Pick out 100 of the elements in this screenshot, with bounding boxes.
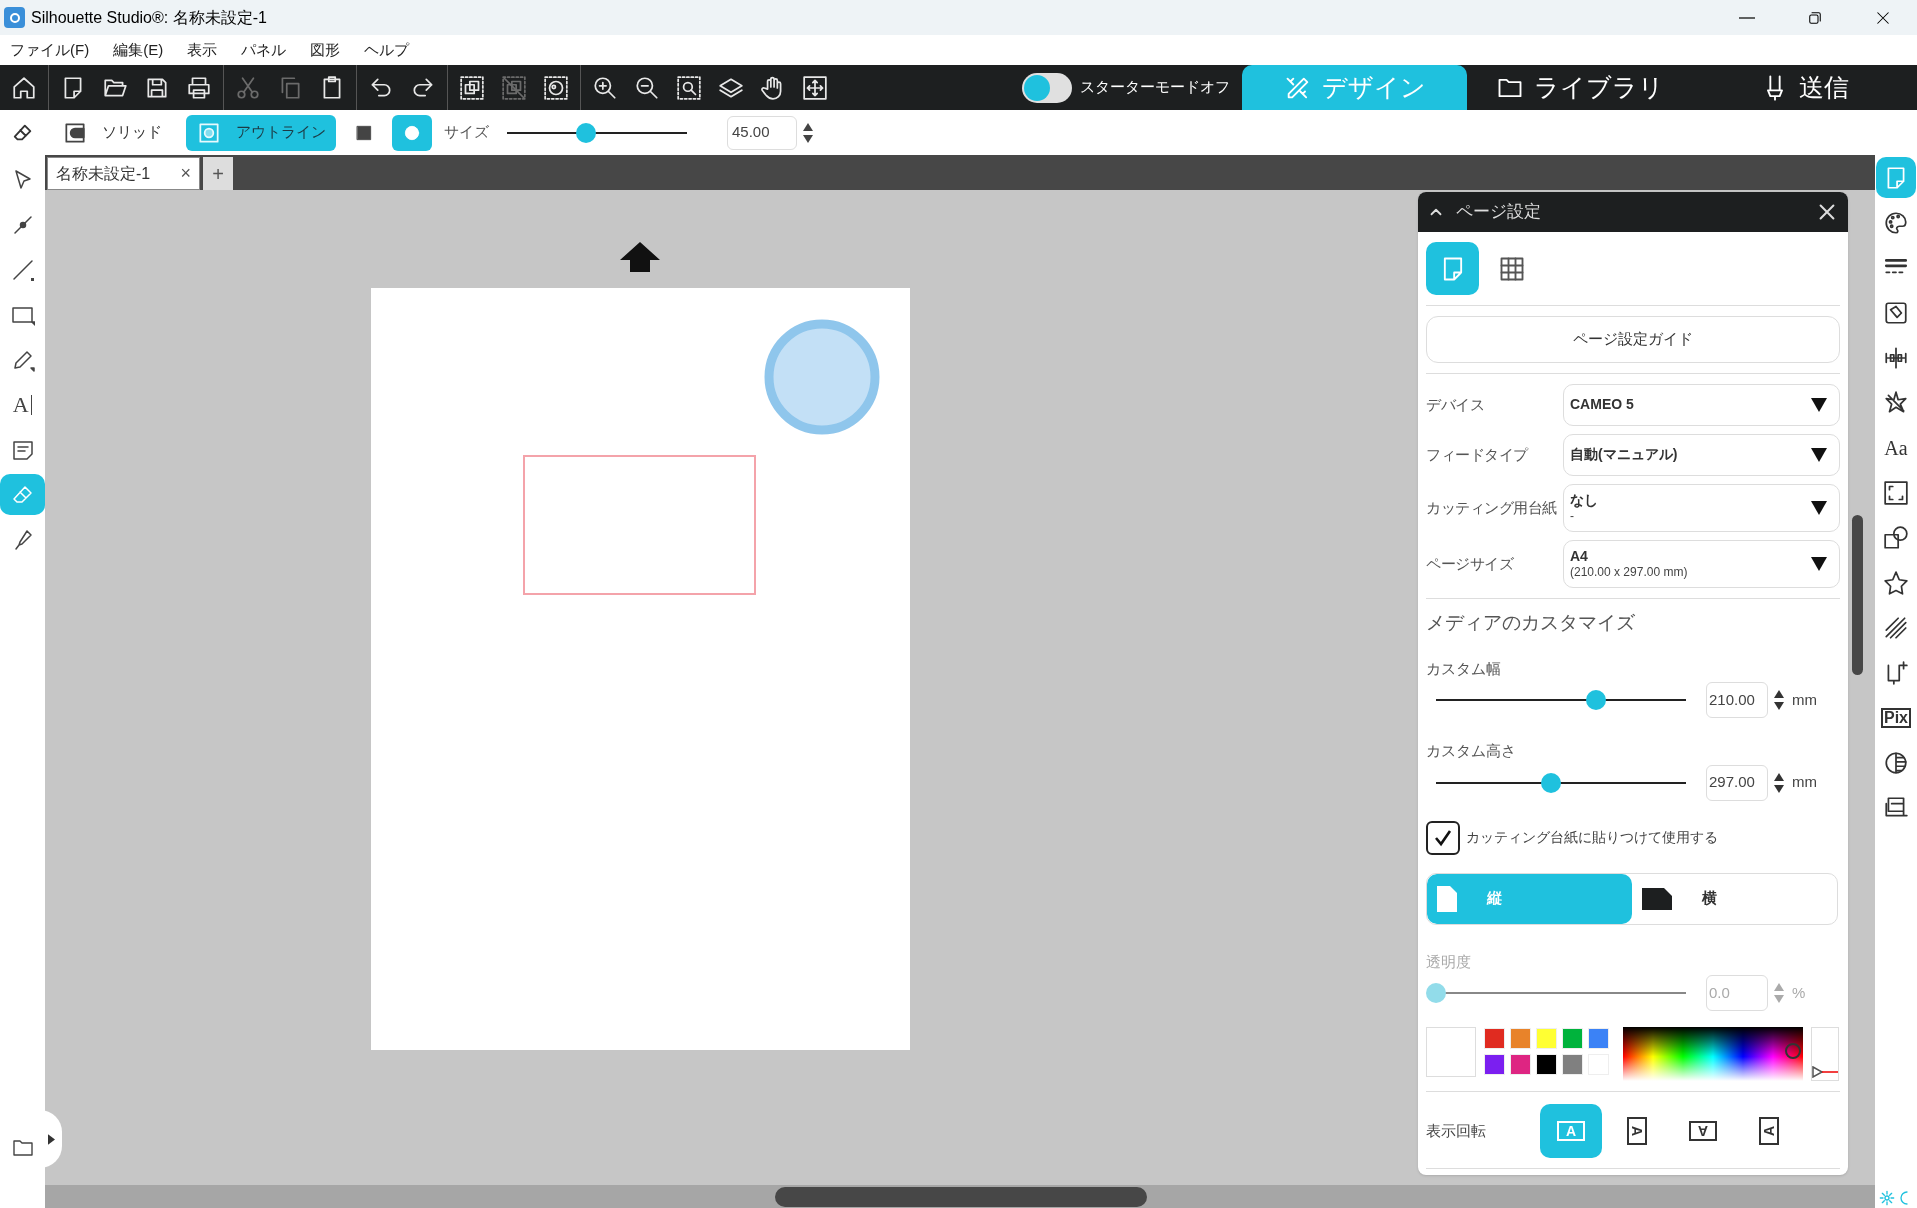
feed-direction-arrow-icon bbox=[620, 242, 660, 272]
minimize-icon bbox=[1739, 16, 1755, 19]
horizontal-scrollbar[interactable] bbox=[775, 1186, 1147, 1207]
contrast-icon bbox=[1883, 749, 1909, 776]
scale-icon bbox=[1883, 479, 1909, 506]
menu-item[interactable]: ファイル(F) bbox=[4, 38, 96, 62]
slider-label: カスタム高さ bbox=[1426, 741, 1517, 761]
dropdown[interactable]: CAMEO 5 bbox=[1563, 384, 1840, 426]
caret-icon bbox=[47, 1133, 55, 1145]
color-swatch[interactable] bbox=[1510, 1028, 1531, 1049]
menu-item[interactable]: パネル bbox=[235, 38, 293, 62]
field-label: デバイス bbox=[1426, 394, 1485, 415]
palette-icon bbox=[1883, 209, 1909, 236]
spinner-arrows-icon[interactable] bbox=[1774, 690, 1784, 710]
rotation-label: 表示回転 bbox=[1426, 1120, 1487, 1141]
dropdown-detail: (210.00 x 297.00 mm) bbox=[1570, 565, 1688, 581]
solid-style-button[interactable]: ソリッド bbox=[52, 114, 172, 151]
dropdown-value: 自動(マニュアル) bbox=[1570, 446, 1678, 464]
dropdown-arrow-icon bbox=[1811, 398, 1827, 412]
fill-icon bbox=[1883, 299, 1909, 326]
landscape-button[interactable]: 横 bbox=[1632, 873, 1837, 924]
vertical-scrollbar[interactable] bbox=[1852, 515, 1863, 675]
dropdown-arrow-icon bbox=[1811, 557, 1827, 571]
color-swatch[interactable] bbox=[1484, 1054, 1505, 1075]
document-tab[interactable]: 名称未設定-1 × bbox=[47, 157, 200, 190]
zoom-out-icon bbox=[634, 74, 660, 101]
unit-label: mm bbox=[1792, 772, 1817, 793]
dropdown-arrow-icon bbox=[1811, 448, 1827, 462]
size-input[interactable]: 45.00 bbox=[727, 115, 797, 150]
ungroup-icon bbox=[501, 74, 527, 101]
field-label: カッティング用台紙 bbox=[1426, 497, 1558, 518]
dropdown[interactable]: 自動(マニュアル) bbox=[1563, 434, 1840, 476]
number-input[interactable]: 210.00 bbox=[1706, 682, 1768, 718]
checkbox[interactable] bbox=[1426, 820, 1460, 855]
spinner-arrows-icon[interactable] bbox=[1774, 772, 1784, 793]
outline-style-button[interactable]: アウトライン bbox=[186, 114, 336, 151]
color-swatch[interactable] bbox=[1562, 1054, 1583, 1075]
pixscan-panel-button[interactable]: Pix bbox=[1876, 697, 1916, 738]
zoom-in-icon bbox=[592, 74, 618, 101]
color-swatch[interactable] bbox=[1484, 1028, 1505, 1049]
main-tab[interactable]: 送信 bbox=[1692, 65, 1917, 110]
slider-thumb[interactable] bbox=[1586, 690, 1606, 710]
tab-close-button[interactable]: × bbox=[180, 160, 191, 187]
color-swatch[interactable] bbox=[1562, 1028, 1583, 1049]
textstyle-panel-button[interactable]: Aa bbox=[1876, 427, 1916, 468]
landscape-page-icon bbox=[1642, 887, 1672, 910]
color-swatch[interactable] bbox=[1536, 1028, 1557, 1049]
slider-thumb[interactable] bbox=[576, 122, 597, 143]
unit-label: % bbox=[1792, 982, 1806, 1003]
sketch-icon bbox=[1883, 614, 1909, 641]
rotation-button[interactable]: A bbox=[1672, 1104, 1734, 1158]
starter-mode-toggle[interactable] bbox=[1022, 72, 1072, 103]
pointer-icon bbox=[1812, 1066, 1838, 1078]
text-tool[interactable]: A bbox=[0, 384, 45, 425]
color-swatch[interactable] bbox=[1510, 1054, 1531, 1075]
textstyle-icon: Aa bbox=[1884, 437, 1908, 458]
color-swatch[interactable] bbox=[1536, 1054, 1557, 1075]
star-icon bbox=[1883, 569, 1909, 596]
slider-label: カスタム幅 bbox=[1426, 658, 1502, 679]
dropdown[interactable]: なし - bbox=[1563, 484, 1840, 532]
line-icon bbox=[10, 257, 35, 282]
move-arrows-icon bbox=[802, 74, 828, 101]
page-setup-guide-button[interactable]: ページ設定ガイド bbox=[1426, 316, 1840, 363]
dropdown-value: なし bbox=[1570, 491, 1598, 510]
dropdown-value: A4 bbox=[1570, 547, 1589, 566]
menu-item[interactable]: ヘルプ bbox=[358, 38, 416, 62]
app-logo bbox=[4, 7, 25, 28]
number-input[interactable]: 297.00 bbox=[1706, 764, 1768, 801]
zoom-selection-icon bbox=[676, 74, 702, 101]
gear-icon bbox=[1879, 1190, 1895, 1206]
field-label: フィードタイプ bbox=[1426, 444, 1530, 465]
panel-title: ページ設定 bbox=[1456, 201, 1541, 224]
slider-label: 透明度 bbox=[1426, 951, 1472, 972]
compound-path-icon bbox=[543, 74, 569, 101]
menu-item[interactable]: 編集(E) bbox=[107, 38, 170, 62]
field-label: ページサイズ bbox=[1426, 553, 1515, 574]
dropdown[interactable]: A4 (210.00 x 297.00 mm) bbox=[1563, 540, 1840, 588]
starter-mode-label: スターターモードオフ bbox=[1080, 77, 1230, 98]
color-swatch[interactable] bbox=[1588, 1028, 1609, 1049]
color-spectrum[interactable] bbox=[1623, 1027, 1803, 1081]
rotation-button[interactable]: A bbox=[1738, 1104, 1800, 1158]
shapes-icon bbox=[1883, 524, 1909, 551]
pixscan-icon: Pix bbox=[1881, 707, 1911, 728]
slider-thumb[interactable] bbox=[1541, 772, 1561, 793]
spinner-arrows-icon[interactable] bbox=[803, 122, 813, 143]
portrait-page-icon bbox=[1437, 885, 1457, 912]
scissors-icon bbox=[235, 74, 261, 101]
window-title: Silhouette Studio®: 名称未設定-1 bbox=[31, 7, 267, 28]
add-tab-button[interactable]: + bbox=[203, 157, 233, 190]
dropdown-arrow-icon bbox=[1811, 501, 1827, 515]
main-tab[interactable]: ライブラリ bbox=[1467, 65, 1692, 110]
dropdown-detail: - bbox=[1570, 509, 1575, 525]
unit-label: mm bbox=[1792, 689, 1817, 710]
rotation-button[interactable]: A bbox=[1606, 1104, 1668, 1158]
menu-item[interactable]: 表示 bbox=[181, 38, 224, 62]
printer-icon bbox=[186, 74, 212, 101]
menu-item[interactable]: 図形 bbox=[304, 38, 347, 62]
section-title: メディアのカスタマイズ bbox=[1426, 611, 1636, 635]
dropdown-value: CAMEO 5 bbox=[1570, 396, 1634, 414]
brightness-bar[interactable] bbox=[1811, 1027, 1839, 1081]
